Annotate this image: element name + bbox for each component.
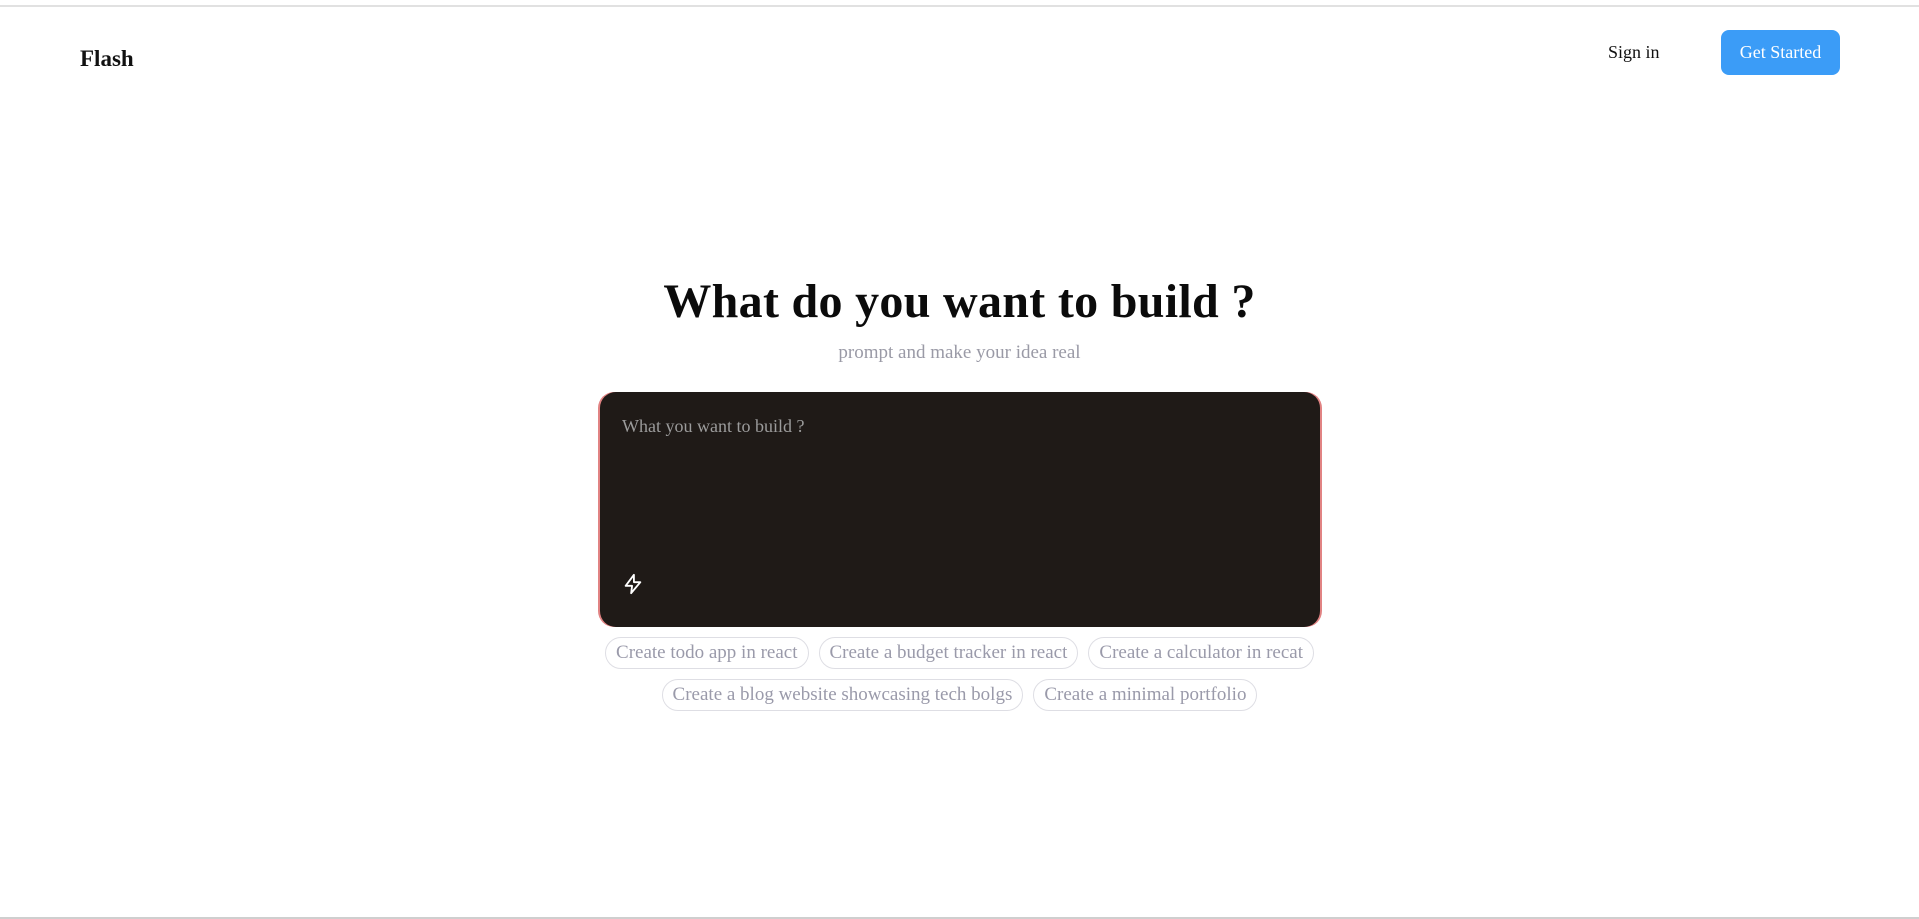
app-window: Flash Sign in Get Started What do you wa… (0, 0, 1919, 919)
top-divider (0, 5, 1919, 7)
lightning-bolt-icon[interactable] (620, 570, 646, 598)
hero-title: What do you want to build ? (663, 275, 1256, 328)
hero-subtitle: prompt and make your idea real (838, 342, 1081, 363)
prompt-input[interactable] (622, 414, 1292, 544)
site-header: Flash Sign in Get Started (0, 28, 1919, 78)
suggestion-chip-blog[interactable]: Create a blog website showcasing tech bo… (661, 679, 1024, 711)
suggestion-chip-todo[interactable]: Create todo app in react (605, 637, 809, 669)
brand-logo[interactable]: Flash (80, 46, 134, 72)
prompt-box (600, 392, 1320, 627)
suggestion-list: Create todo app in react Create a budget… (0, 637, 1919, 721)
suggestion-chip-portfolio[interactable]: Create a minimal portfolio (1033, 679, 1258, 711)
suggestion-row-2: Create a blog website showcasing tech bo… (0, 679, 1919, 711)
suggestion-chip-calculator[interactable]: Create a calculator in recat (1088, 637, 1314, 669)
suggestion-chip-budget-tracker[interactable]: Create a budget tracker in react (818, 637, 1079, 669)
get-started-button[interactable]: Get Started (1721, 30, 1840, 75)
sign-in-link[interactable]: Sign in (1608, 40, 1660, 64)
suggestion-row-1: Create todo app in react Create a budget… (0, 637, 1919, 669)
